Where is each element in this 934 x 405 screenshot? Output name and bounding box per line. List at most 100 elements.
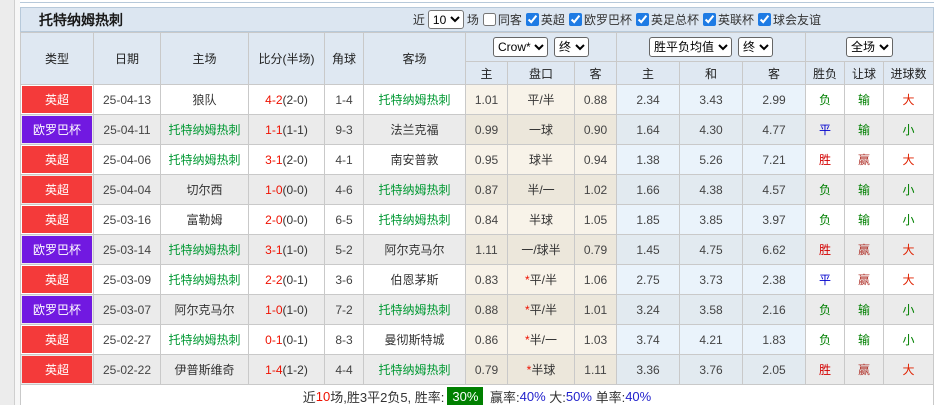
sub-header-eu-away: 客 [742,61,807,85]
europe-time-select[interactable]: 终 [738,37,774,57]
home-team: 富勒姆 [160,204,249,235]
fulltime-score: 2-0 [265,212,283,227]
match-date: 25-03-14 [93,234,161,265]
summary-segment-5: 40% [519,388,546,404]
scope-select[interactable]: 全场 [846,37,894,57]
league-filter-2: 英足总杯 [632,11,699,28]
handicap-result: 输 [844,84,885,115]
match-date: 25-03-07 [93,294,161,325]
fulltime-score: 0-1 [265,332,283,347]
handicap-time-select[interactable]: 终 [554,37,589,57]
goals-result: 小 [883,204,934,235]
europe-away-odds: 4.57 [742,174,807,205]
handicap-result: 输 [844,204,885,235]
league-filter-group: 英超 欧罗巴杯 英足总杯 英联杯 球会友谊 [522,11,821,28]
corner-count: 4-4 [324,354,364,385]
home-team: 托特纳姆热刺 [160,234,249,265]
europe-home-odds: 2.34 [616,84,681,115]
league-badge: 英超 [22,326,92,353]
team-title: 托特纳姆热刺 [39,11,123,28]
goals-result: 小 [883,294,934,325]
away-team: 南安普敦 [363,144,466,175]
handicap-home-odds: 0.88 [465,294,508,325]
europe-home-odds: 1.66 [616,174,681,205]
match-table: 类型 日期 主场 比分(半场) 角球 客场 Crow*终 胜平负均值终 全场 [20,32,934,385]
handicap-select-group: Crow* 终 [464,32,618,62]
europe-away-odds: 4.77 [742,114,807,145]
europe-away-odds: 6.62 [742,234,807,265]
europe-draw-odds: 3.85 [679,204,744,235]
home-team: 狼队 [160,84,249,115]
same-away-checkbox[interactable] [482,13,496,26]
handicap-line: 一/球半 [507,234,575,265]
europe-away-odds: 2.05 [742,354,807,385]
score-cell: 1-4(1-2) [248,354,325,385]
sub-header-result: 胜负 [805,61,846,85]
corner-count: 9-3 [324,114,364,145]
fulltime-score: 1-1 [265,122,283,137]
col-header-score: 比分(半场) [248,32,325,85]
handicap-home-odds: 0.84 [465,204,508,235]
league-cell: 英超 [20,174,94,205]
league-label-1: 欧罗巴杯 [583,13,632,27]
away-team: 托特纳姆热刺 [363,354,466,385]
table-row: 欧罗巴杯 25-03-07 阿尔克马尔 1-0(1-0) 7-2 托特纳姆热刺 … [20,294,934,325]
win-rate-chip: 30% [447,386,484,405]
away-team: 曼彻斯特城 [363,324,466,355]
odds-company-select[interactable]: Crow* [493,37,548,57]
handicap-line: *半/一 [507,324,575,355]
league-badge: 欧罗巴杯 [22,236,92,263]
changed-line-star: * [526,363,532,377]
league-checkbox-1[interactable] [568,13,582,26]
score-cell: 1-1(1-1) [248,114,325,145]
league-cell: 英超 [20,84,94,115]
league-badge: 英超 [22,266,92,293]
fulltime-score: 3-1 [265,152,283,167]
league-checkbox-0[interactable] [525,13,539,26]
league-checkbox-2[interactable] [635,13,649,26]
handicap-away-odds: 1.02 [573,174,618,205]
fulltime-score: 3-1 [265,242,283,257]
halftime-score: (1-0) [282,242,308,257]
col-header-type: 类型 [20,32,94,85]
away-team: 法兰克福 [363,114,466,145]
match-count-select[interactable]: 10 [427,10,464,29]
europe-draw-odds: 4.21 [679,324,744,355]
europe-odds-select[interactable]: 胜平负均值 [649,37,733,57]
corner-count: 8-3 [324,324,364,355]
league-checkbox-3[interactable] [702,13,716,26]
halftime-score: (1-0) [282,302,308,317]
handicap-away-odds: 1.11 [573,354,618,385]
score-cell: 4-2(2-0) [248,84,325,115]
match-result: 负 [805,294,846,325]
league-badge: 英超 [22,86,92,113]
score-cell: 3-1(1-0) [248,234,325,265]
handicap-home-odds: 0.95 [465,144,508,175]
score-cell: 2-0(0-0) [248,204,325,235]
summary-segment-1: 10 [315,388,331,404]
league-badge: 欧罗巴杯 [22,116,92,143]
score-cell: 3-1(2-0) [248,144,325,175]
home-team: 伊普斯维奇 [160,354,249,385]
sub-header-goals: 进球数 [883,61,934,85]
europe-draw-odds: 4.75 [679,234,744,265]
changed-line-star: * [524,333,530,347]
score-cell: 2-2(0-1) [248,264,325,295]
halftime-score: (0-0) [282,212,308,227]
league-cell: 英超 [20,354,94,385]
europe-draw-odds: 5.26 [679,144,744,175]
match-table-body: 英超 25-04-13 狼队 4-2(2-0) 1-4 托特纳姆热刺 1.01 … [20,84,934,385]
league-cell: 英超 [20,144,94,175]
match-date: 25-04-04 [93,174,161,205]
league-checkbox-4[interactable] [757,13,771,26]
sub-header-ah-home: 主 [465,61,508,85]
summary-segment-9: 40% [625,388,652,404]
handicap-away-odds: 0.79 [573,234,618,265]
table-row: 欧罗巴杯 25-04-11 托特纳姆热刺 1-1(1-1) 9-3 法兰克福 0… [20,114,934,145]
corner-count: 4-1 [324,144,364,175]
match-result: 负 [805,84,846,115]
handicap-line: *平/半 [507,294,575,325]
goals-result: 小 [883,174,934,205]
league-cell: 英超 [20,324,94,355]
league-filter-4: 球会友谊 [754,11,821,28]
